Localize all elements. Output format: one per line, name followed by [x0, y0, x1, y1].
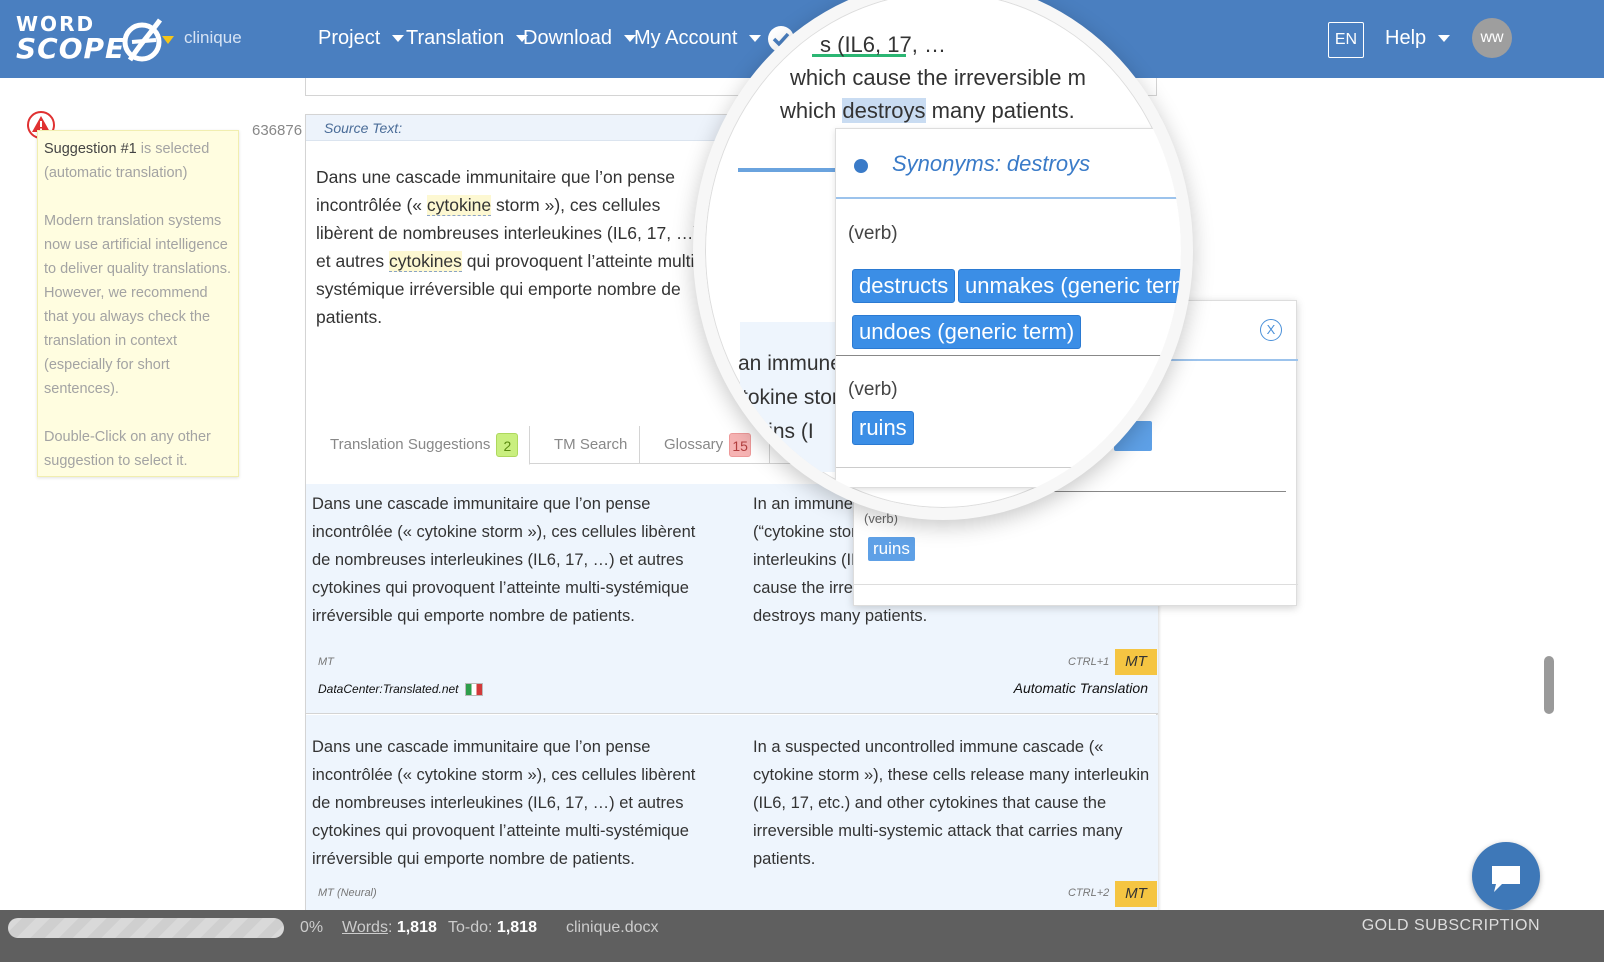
nav-project-label: Project	[318, 27, 381, 49]
pos-label: (verb)	[848, 379, 898, 400]
todo-value: 1,818	[496, 919, 537, 936]
chat-bubble-icon	[1492, 866, 1520, 892]
caret-down-icon	[1438, 35, 1451, 42]
magnified-bg-text: tokine stor	[742, 386, 839, 409]
segment-id: 636876	[252, 122, 303, 139]
suggestion-type: MT (Neural)	[318, 887, 377, 899]
nav-help-label: Help	[1385, 27, 1427, 49]
progress-bar	[8, 918, 284, 938]
synonym-chip[interactable]: destructs	[852, 269, 956, 303]
subscription-label: GOLD SUBSCRIPTION	[1361, 917, 1540, 934]
provider-label: DataCenter:Translated.net	[318, 682, 459, 696]
suggestion-shortcut: CTRL+1	[1068, 656, 1110, 668]
caret-down-icon	[392, 35, 405, 42]
page-scrollbar[interactable]	[1544, 656, 1554, 714]
synonym-chip[interactable]: ruins	[852, 411, 914, 445]
suggestion-item[interactable]: Dans une cascade immunitaire que l’on pe…	[306, 715, 1158, 913]
nav-project[interactable]: Project	[318, 27, 405, 50]
magnifier-content: s (IL6, 17, … which cause the irreversib…	[705, 0, 1181, 508]
suggestion-source: Dans une cascade immunitaire que l’on pe…	[312, 495, 696, 625]
logo-swirl-icon	[122, 18, 163, 62]
suggestion-provider: DataCenter:Translated.net	[318, 682, 483, 697]
card-divider	[836, 197, 1181, 199]
mt-badge: MT	[1115, 881, 1157, 907]
suggestion-target: In a suspected uncontrolled immune casca…	[753, 738, 1150, 868]
note-title-suffix: is selected	[136, 141, 210, 157]
suggestion-shortcut: CTRL+2	[1068, 887, 1110, 899]
suggestion-type: MT	[318, 656, 334, 668]
magnified-bg-text: ukins (I	[746, 420, 814, 443]
suggestion-source: Dans une cascade immunitaire que l’on pe…	[312, 738, 696, 868]
file-name: clinique.docx	[566, 919, 659, 936]
progress-percent: 0%	[300, 919, 324, 936]
synonym-chip[interactable]: unmakes (generic term)	[958, 269, 1181, 303]
wordscope-logo[interactable]: WORD SCOPE	[16, 12, 163, 66]
magnified-target-line: which cause the irreversible m	[790, 65, 1086, 90]
word-count: Words: 1,818	[342, 919, 437, 936]
note-title-prefix: Suggestion #1	[44, 141, 137, 157]
synonyms-title: Synonyms: destroys	[892, 151, 1091, 176]
magnified-text: many patients.	[925, 98, 1075, 123]
editor-focus-bar	[738, 168, 838, 172]
italy-flag-icon	[464, 683, 483, 697]
source-text: Dans une cascade immunitaire que l’on pe…	[316, 163, 706, 331]
popup-divider	[854, 584, 1298, 585]
card-divider	[836, 467, 1181, 468]
nav-translation[interactable]: Translation	[406, 27, 529, 50]
close-icon[interactable]: X	[1260, 319, 1282, 341]
note-subtitle: (automatic translation)	[44, 165, 188, 181]
language-toggle[interactable]: EN	[1328, 22, 1364, 58]
todo-label: To-do:	[448, 919, 493, 936]
words-value: 1,818	[396, 919, 437, 936]
chat-button[interactable]	[1472, 842, 1540, 910]
synonyms-card: Synonyms: destroys (verb) destructs unma…	[835, 128, 1181, 488]
mt-badge: MT	[1115, 649, 1157, 675]
selected-word[interactable]: destroys	[842, 98, 926, 123]
project-name[interactable]: clinique	[184, 28, 242, 48]
nav-download[interactable]: Download	[523, 27, 636, 50]
suggestion-label: Automatic Translation	[1013, 680, 1148, 696]
magnified-text: which	[780, 98, 843, 123]
nav-help[interactable]: Help	[1385, 27, 1451, 50]
status-bar: 0% Words: 1,818 To-do: 1,818 clinique.do…	[0, 910, 1604, 962]
suggestion-info-note: Suggestion #1 is selected (automatic tra…	[37, 130, 239, 477]
note-body: Modern translation systems now use artif…	[44, 213, 231, 397]
pos-label: (verb)	[848, 223, 898, 244]
magnified-bg-text: an immune	[738, 352, 842, 375]
glossary-term[interactable]: cytokine	[426, 195, 492, 216]
tab-translation-suggestions[interactable]: Translation Suggestions 2	[306, 426, 530, 465]
synonym-chip[interactable]: undoes (generic term)	[852, 315, 1082, 349]
synonym-dot-icon	[854, 159, 868, 173]
words-link[interactable]: Words	[342, 919, 388, 936]
project-caret-icon[interactable]	[162, 36, 174, 44]
user-avatar[interactable]: ww	[1472, 18, 1512, 58]
tab-label: Translation Suggestions	[330, 436, 491, 453]
nav-download-label: Download	[523, 27, 612, 49]
magnifier-lens: s (IL6, 17, … which cause the irreversib…	[693, 0, 1193, 520]
glossary-term[interactable]: cytokines	[388, 251, 462, 272]
tab-label: TM Search	[554, 436, 628, 453]
synonym-chip-ruins[interactable]: ruins	[868, 537, 915, 561]
logo-scope: SCOPE	[16, 32, 126, 65]
magnified-target-line: s (IL6, 17, …	[820, 32, 946, 57]
note-tip: Double-Click on any other suggestion to …	[44, 429, 211, 469]
magnified-target-line: which destroys many patients.	[780, 98, 1075, 124]
tab-tm-search[interactable]: TM Search	[530, 426, 640, 464]
todo-count: To-do: 1,818	[448, 919, 537, 937]
card-divider	[836, 355, 1181, 356]
nav-translation-label: Translation	[406, 27, 505, 49]
suggestions-count-badge: 2	[496, 433, 519, 458]
